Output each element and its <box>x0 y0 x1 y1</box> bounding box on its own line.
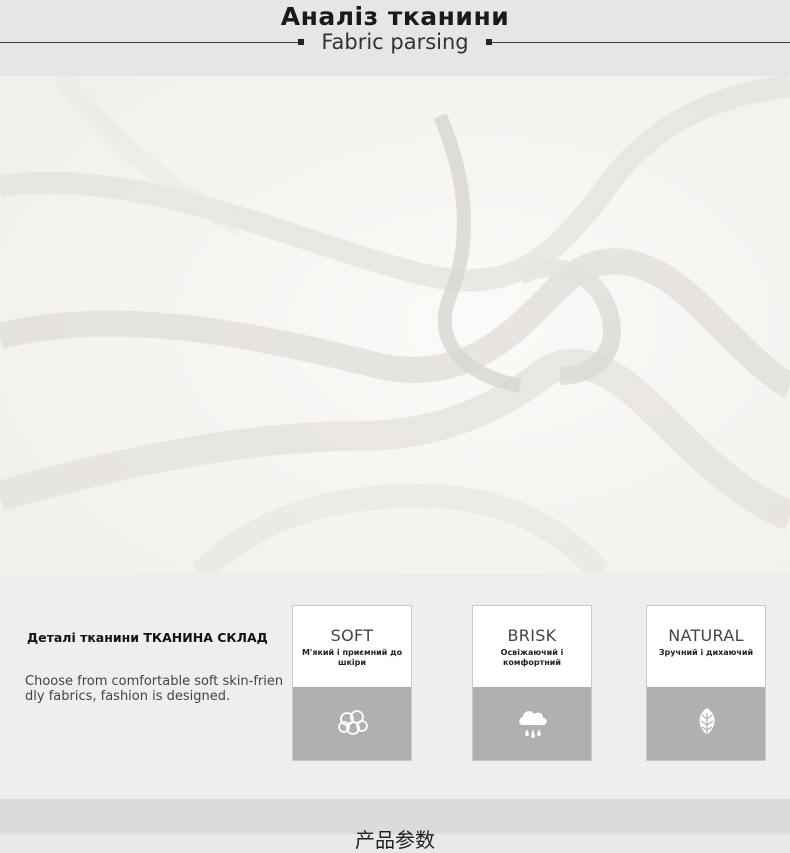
feature-card-natural: NATURAL Зручний і дихаючий <box>646 605 766 761</box>
feature-card-foot <box>647 687 765 760</box>
feature-card-foot <box>293 687 411 760</box>
feature-card-foot <box>473 687 591 760</box>
feature-card-brisk: BRISK Освіжаючий і комфортний <box>472 605 592 761</box>
cloud-rain-icon <box>519 711 547 738</box>
feature-name: SOFT <box>330 626 374 645</box>
feature-card-head: SOFT М'який і приємний до шкіри <box>293 606 411 687</box>
fabric-photo <box>0 76 790 573</box>
feature-subtitle: Зручний і дихаючий <box>658 648 754 657</box>
feature-subtitle: Освіжаючий і комфортний <box>500 648 564 667</box>
cotton-icon <box>338 710 368 735</box>
section-title: Аналіз тканини <box>280 2 510 31</box>
feature-card-soft: SOFT М'який і приємний до шкіри <box>292 605 412 761</box>
feature-card-head: BRISK Освіжаючий і комфортний <box>473 606 591 687</box>
feature-name: NATURAL <box>668 626 744 645</box>
details-description: Choose from comfortable soft skin-friend… <box>25 674 284 704</box>
section-subtitle: Fabric parsing <box>321 30 469 54</box>
feature-subtitle: М'який і приємний до шкіри <box>301 648 403 667</box>
feature-name: BRISK <box>507 626 557 645</box>
details-title: Деталі тканини ТКАНИНА СКЛАД <box>27 630 268 645</box>
section-header: Аналіз тканини Fabric parsing <box>0 0 790 76</box>
feature-card-head: NATURAL Зручний і дихаючий <box>647 606 765 687</box>
leaf-icon <box>699 708 715 739</box>
fabric-details-section: Деталі тканини ТКАНИНА СКЛАД Choose from… <box>0 573 790 799</box>
next-section-heading: 产品参数 <box>355 828 435 852</box>
